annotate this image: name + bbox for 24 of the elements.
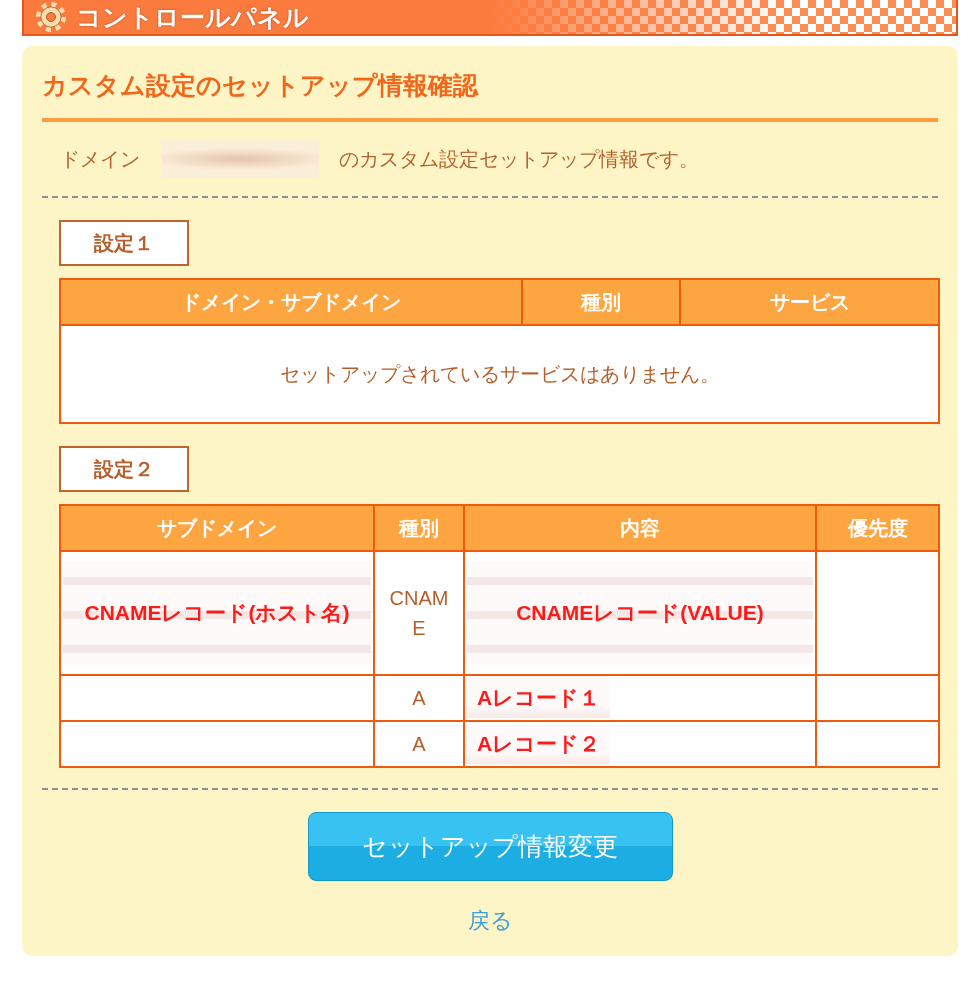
back-link[interactable]: 戻る [467,906,513,936]
column-header: 優先度 [816,505,939,551]
intro-text: ドメイン [60,147,140,172]
section-label: 設定１ [59,220,189,266]
intro-text: のカスタム設定セットアップ情報です。 [339,147,699,172]
column-header: ドメイン・サブドメイン [60,279,522,325]
table-cell: A [374,675,464,721]
column-header: サブドメイン [60,505,374,551]
table-cell: A [374,721,464,767]
annotation-label: Aレコード２ [477,731,601,757]
annotation-label: CNAMEレコード(ホスト名) [84,600,350,626]
table-cell: セットアップされているサービスはありません。 [60,325,939,423]
column-header: サービス [680,279,939,325]
annotation-label: Aレコード１ [477,685,601,711]
banner-title: コントロールパネル [76,4,309,30]
section-label: 設定２ [59,446,189,492]
annotation-label: CNAMEレコード(VALUE) [516,600,764,626]
page-title: カスタム設定のセットアップ情報確認 [42,70,478,101]
column-header: 種別 [522,279,680,325]
table-cell: CNAME [374,551,464,675]
change-setup-button[interactable]: セットアップ情報変更 [307,812,673,881]
column-header: 種別 [374,505,464,551]
column-header: 内容 [464,505,816,551]
gear-icon [36,2,66,32]
